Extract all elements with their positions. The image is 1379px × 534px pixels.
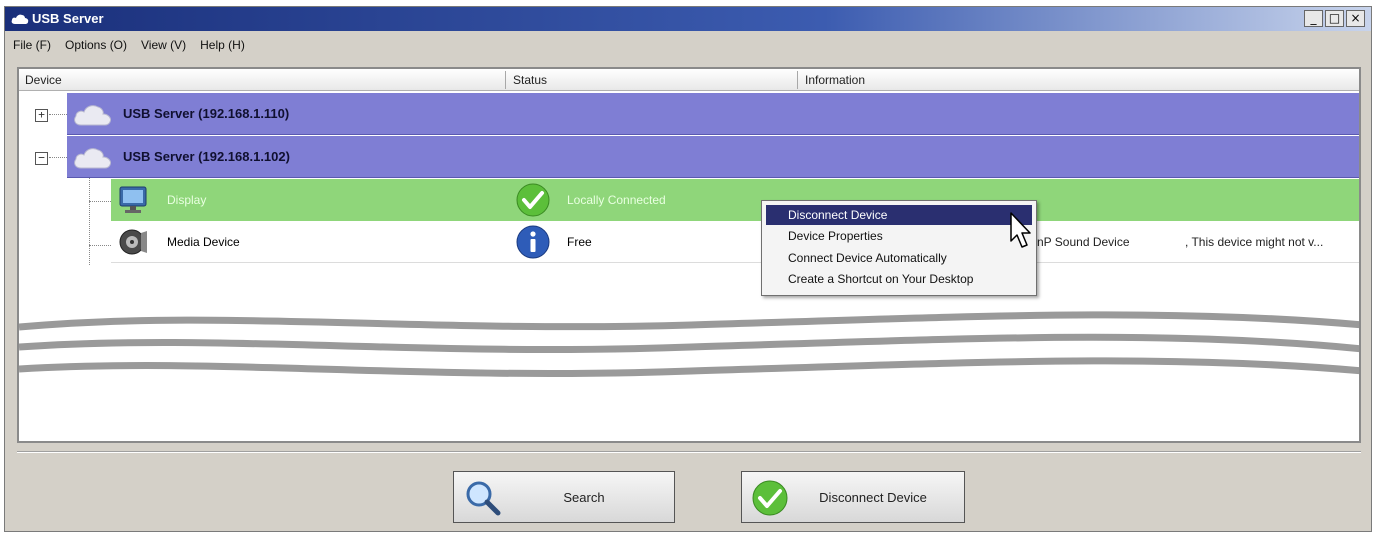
- cloud-icon: [74, 105, 111, 126]
- monitor-icon: [119, 186, 147, 213]
- tree-line: [49, 157, 67, 158]
- menu-item-device-properties[interactable]: Device Properties: [766, 226, 1032, 246]
- cloud-icon: [74, 148, 111, 169]
- tree-line: [89, 245, 111, 246]
- minimize-button[interactable]: _: [1304, 10, 1323, 27]
- divider: [17, 452, 1361, 453]
- window-title: USB Server: [32, 11, 104, 26]
- mouse-cursor-icon: [1010, 212, 1031, 248]
- menu-item-create-shortcut[interactable]: Create a Shortcut on Your Desktop: [766, 269, 1032, 289]
- info-icon: [516, 225, 550, 259]
- tree-line: [49, 114, 67, 115]
- search-button[interactable]: Search: [453, 471, 675, 523]
- menu-item-disconnect-device[interactable]: Disconnect Device: [766, 205, 1032, 225]
- device-name: Media Device: [167, 235, 240, 249]
- server-row[interactable]: USB Server (192.168.1.110): [67, 93, 1359, 135]
- menu-bar: File (F) Options (O) View (V) Help (H): [5, 35, 245, 57]
- maximize-button[interactable]: □: [1325, 10, 1344, 27]
- cloud-icon: [11, 14, 29, 24]
- device-status: Locally Connected: [567, 193, 666, 207]
- server-label: USB Server (192.168.1.102): [123, 149, 290, 164]
- expand-toggle[interactable]: +: [35, 109, 48, 122]
- device-row-media[interactable]: Media Device Free nP Sound Device , This…: [111, 221, 1359, 263]
- tree-line: [89, 201, 111, 202]
- column-header: Device Status Information: [19, 69, 1359, 91]
- window-controls: _ □ ×: [1304, 10, 1365, 27]
- usb-server-window: USB Server _ □ × File (F) Options (O) Vi…: [4, 6, 1372, 532]
- context-menu: Disconnect Device Device Properties Conn…: [761, 200, 1037, 296]
- search-button-label: Search: [563, 490, 605, 505]
- tree-line: [89, 177, 90, 265]
- speaker-icon: [119, 229, 147, 255]
- server-label: USB Server (192.168.1.110): [123, 106, 290, 121]
- menu-file[interactable]: File (F): [13, 35, 51, 57]
- menu-options[interactable]: Options (O): [65, 35, 127, 57]
- menu-view[interactable]: View (V): [141, 35, 186, 57]
- column-separator[interactable]: [505, 71, 506, 89]
- column-status[interactable]: Status: [513, 73, 547, 87]
- disconnect-device-button[interactable]: Disconnect Device: [741, 471, 965, 523]
- device-information: nP Sound Device: [1037, 235, 1130, 249]
- device-status: Free: [567, 235, 592, 249]
- menu-item-connect-automatically[interactable]: Connect Device Automatically: [766, 248, 1032, 268]
- device-information-extra: , This device might not v...: [1185, 235, 1324, 249]
- column-device[interactable]: Device: [25, 73, 62, 87]
- wave-break-graphic: [19, 311, 1359, 377]
- title-bar[interactable]: USB Server _ □ ×: [5, 7, 1371, 31]
- menu-help[interactable]: Help (H): [200, 35, 245, 57]
- device-name: Display: [167, 193, 207, 207]
- column-separator[interactable]: [797, 71, 798, 89]
- column-information[interactable]: Information: [805, 73, 865, 87]
- device-row-display[interactable]: Display Locally Connected: [111, 179, 1359, 221]
- device-list[interactable]: Device Status Information + USB Server (…: [17, 67, 1361, 443]
- collapse-toggle[interactable]: −: [35, 152, 48, 165]
- check-icon: [516, 183, 550, 217]
- server-row[interactable]: USB Server (192.168.1.102): [67, 136, 1359, 178]
- disconnect-device-button-label: Disconnect Device: [819, 490, 927, 505]
- close-button[interactable]: ×: [1346, 10, 1365, 27]
